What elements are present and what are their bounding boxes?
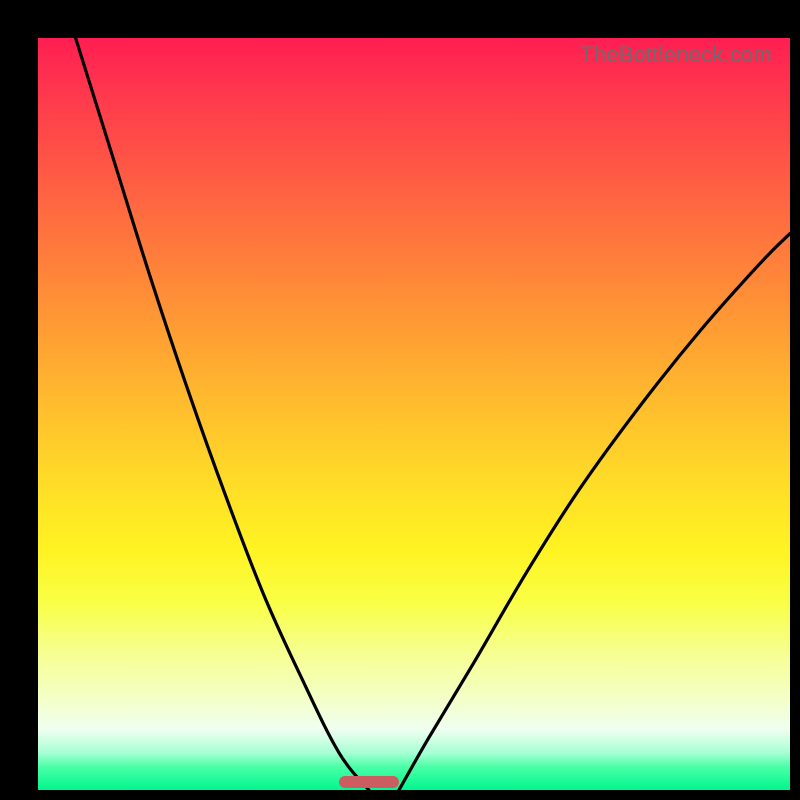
outer-frame: TheBottleneck.com [14,14,786,786]
plot-area: TheBottleneck.com [38,38,790,790]
curves-svg [38,38,790,790]
left-curve-path [76,38,369,790]
right-curve-path [399,234,790,790]
bottleneck-marker [339,776,399,788]
